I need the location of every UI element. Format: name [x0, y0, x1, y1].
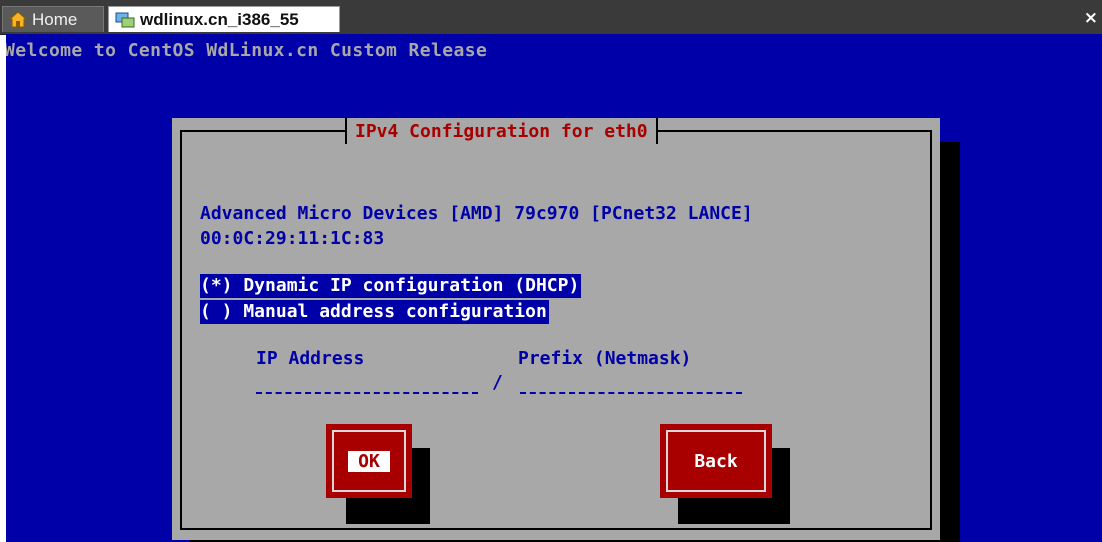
dialog-title: IPv4 Configuration for eth0 [345, 118, 658, 144]
vm-icon [115, 12, 135, 27]
vm-console[interactable]: Welcome to CentOS WdLinux.cn Custom Rele… [6, 34, 1102, 542]
tab-vm[interactable]: wdlinux.cn_i386_55 [108, 6, 340, 32]
ok-button-label: OK [348, 450, 390, 472]
ip-address-label: IP Address [256, 348, 365, 369]
back-button-label: Back [694, 450, 738, 472]
home-icon [9, 10, 27, 27]
ip-address-input[interactable] [256, 386, 478, 394]
back-button-frame: Back [666, 430, 766, 492]
ok-button[interactable]: OK [326, 424, 412, 498]
close-tab-icon[interactable]: × [1084, 8, 1098, 28]
ok-button-frame: OK [332, 430, 406, 492]
tab-bar: Home wdlinux.cn_i386_55 × [0, 0, 1102, 35]
radio-dhcp[interactable]: (*) Dynamic IP configuration (DHCP) [200, 274, 582, 298]
prefix-input[interactable] [520, 386, 742, 394]
ip-prefix-separator: / [492, 372, 503, 393]
dialog-frame [180, 130, 932, 530]
prefix-label: Prefix (Netmask) [518, 348, 692, 369]
device-name: Advanced Micro Devices [AMD] 79c970 [PCn… [200, 203, 753, 224]
ipv4-config-dialog: IPv4 Configuration for eth0 Advanced Mic… [172, 118, 940, 540]
tab-home[interactable]: Home [2, 6, 104, 32]
tab-home-label: Home [32, 9, 78, 29]
radio-manual[interactable]: ( ) Manual address configuration [200, 300, 549, 324]
back-button[interactable]: Back [660, 424, 772, 498]
tab-vm-label: wdlinux.cn_i386_55 [140, 9, 299, 29]
mac-address: 00:0C:29:11:1C:83 [200, 228, 385, 249]
welcome-banner: Welcome to CentOS WdLinux.cn Custom Rele… [6, 40, 488, 61]
